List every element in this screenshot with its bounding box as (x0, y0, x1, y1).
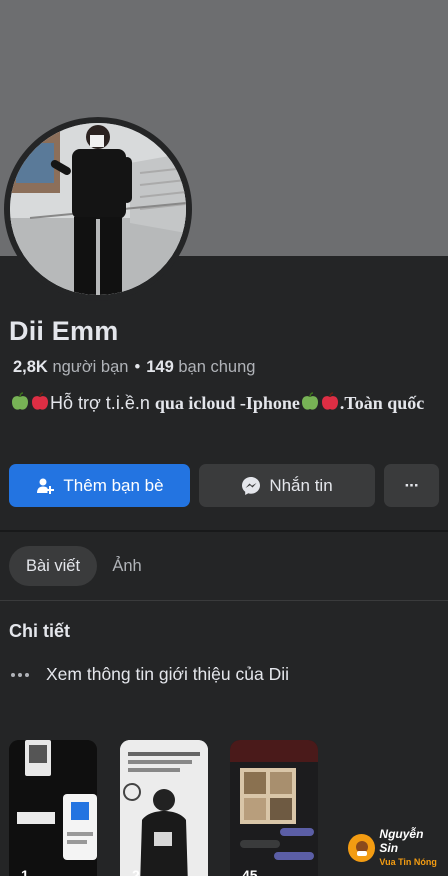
story-count: 2 (132, 867, 140, 876)
more-options-button[interactable]: ··· (384, 464, 439, 507)
tab-photos[interactable]: Ảnh (103, 546, 151, 586)
message-label: Nhắn tin (269, 475, 333, 495)
profile-name: Dii Emm (9, 316, 119, 346)
tabs-divider (0, 600, 448, 601)
green-apple-icon (300, 392, 320, 412)
add-friend-button[interactable]: Thêm bạn bè (9, 464, 190, 507)
see-about-label: Xem thông tin giới thiệu của Dii (46, 664, 289, 684)
more-options-icon: ··· (404, 475, 420, 495)
bio-text-2: qua icloud -Iphone (154, 393, 300, 413)
more-dots-icon (9, 665, 33, 685)
friends-count: 2,8K (13, 358, 48, 376)
profile-avatar[interactable] (10, 123, 186, 295)
featured-story-card[interactable]: 1 (9, 740, 97, 876)
mutual-count: 149 (146, 358, 174, 376)
featured-story-card[interactable]: 2 (120, 740, 208, 876)
watermark-logo-icon (348, 834, 376, 862)
watermark-tagline: Vua Tin Nóng (379, 857, 437, 867)
story-count: 45 (242, 867, 258, 876)
bio-text-1: Hỗ trợ t.i.ề.n (50, 393, 155, 413)
bio-text-3: .Toàn quốc (339, 393, 425, 413)
messenger-icon (241, 476, 261, 496)
friends-label: người bạn (52, 358, 129, 376)
featured-story-card[interactable]: 45 (230, 740, 318, 876)
watermark-name: Nguyễn Sin (379, 827, 424, 855)
see-about-link[interactable]: Xem thông tin giới thiệu của Dii (9, 664, 289, 685)
message-button[interactable]: Nhắn tin (199, 464, 375, 507)
profile-bio: Hỗ trợ t.i.ề.n qua icloud -Iphone .Toàn q… (10, 390, 440, 417)
mutual-label: bạn chung (178, 358, 256, 376)
green-apple-icon (10, 392, 30, 412)
red-apple-icon (30, 392, 50, 412)
story-count: 1 (21, 867, 29, 876)
stats-separator: • (134, 358, 141, 376)
watermark: Nguyễn Sin Vua Tin Nóng (348, 827, 444, 867)
red-apple-icon (320, 392, 340, 412)
details-title: Chi tiết (9, 621, 70, 641)
section-divider (0, 530, 448, 532)
add-friend-label: Thêm bạn bè (63, 475, 164, 495)
add-friend-icon (35, 476, 55, 496)
friend-stats[interactable]: 2,8K người bạn • 149 bạn chung (13, 358, 255, 377)
tab-posts[interactable]: Bài viết (9, 546, 97, 586)
